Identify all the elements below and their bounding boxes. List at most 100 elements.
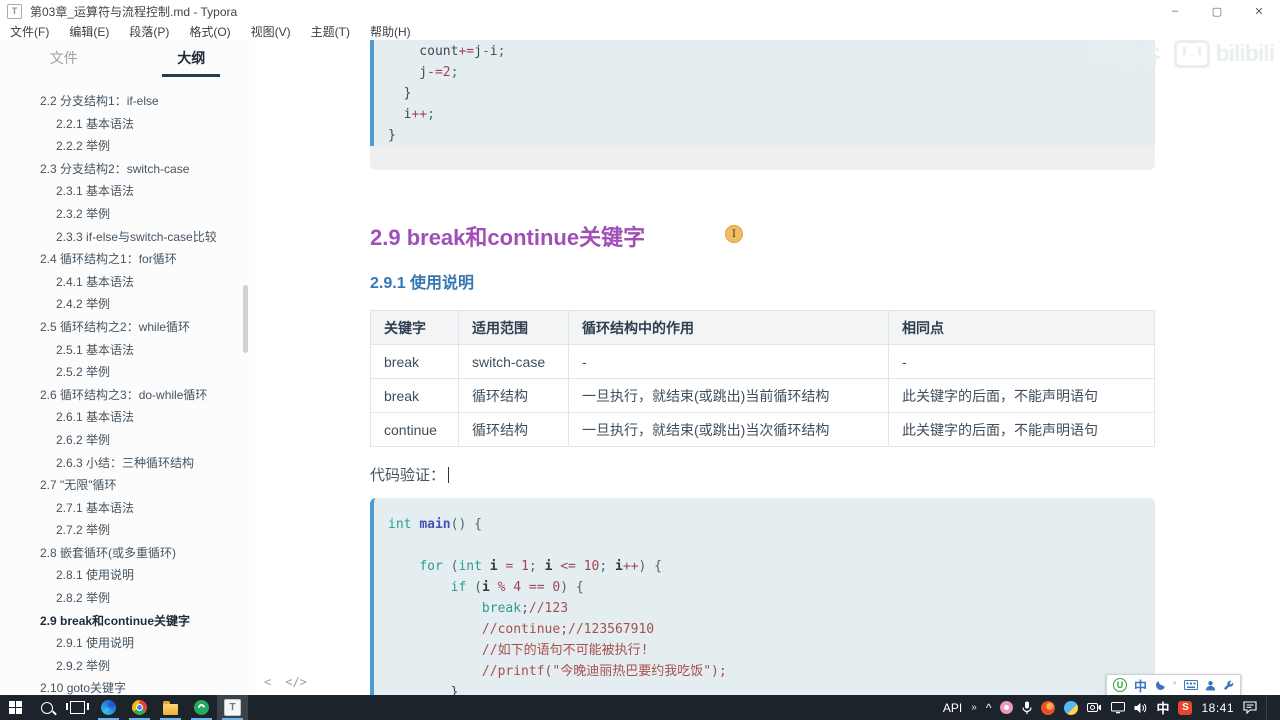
sidebar-scrollbar[interactable]: [243, 285, 248, 353]
qq-tray-icon[interactable]: [1064, 700, 1079, 715]
outline-item[interactable]: 2.3 分支结构2：switch-case: [0, 158, 255, 181]
outline-item[interactable]: 2.8.1 使用说明: [0, 564, 255, 587]
ime-moon-icon[interactable]: [1154, 679, 1166, 691]
ime-settings-wrench-icon[interactable]: [1223, 680, 1234, 691]
show-desktop-button[interactable]: [1266, 695, 1272, 720]
taskbar-typora[interactable]: T: [217, 695, 248, 720]
ime-language-icon[interactable]: 中: [1134, 676, 1147, 695]
code-line[interactable]: }: [388, 125, 1155, 146]
menu-item[interactable]: 主题(T): [311, 23, 350, 40]
sidebar-tab[interactable]: 文件: [0, 48, 128, 68]
code-block-top[interactable]: count+=j-i; j-=2; } i++;}: [370, 40, 1155, 170]
code-line[interactable]: [388, 535, 1155, 556]
outline-item[interactable]: 2.6.2 举例: [0, 429, 255, 452]
close-button[interactable]: ✕: [1238, 0, 1280, 22]
code-line[interactable]: //printf("今晚迪丽热巴要约我吃饭");: [388, 661, 1155, 682]
menu-item[interactable]: 段落(P): [129, 23, 169, 40]
table-cell[interactable]: -: [888, 344, 1155, 379]
sidebar-tab[interactable]: 大纲: [128, 48, 256, 68]
code-line[interactable]: //continue;//123567910: [388, 619, 1155, 640]
table-header-cell[interactable]: 关键字: [370, 310, 459, 345]
table-cell[interactable]: 此关键字的后面，不能声明语句: [888, 378, 1155, 413]
subsection-heading[interactable]: 2.9.1 使用说明: [370, 269, 474, 293]
menu-item[interactable]: 帮助(H): [370, 23, 411, 40]
table-cell[interactable]: 循环结构: [458, 378, 569, 413]
recorder-tray-icon[interactable]: [1087, 702, 1102, 713]
code-line[interactable]: int main() {: [388, 514, 1155, 535]
outline-item[interactable]: 2.9 break和continue关键字: [0, 610, 255, 633]
action-center-icon[interactable]: [1243, 701, 1257, 714]
table-cell[interactable]: -: [568, 344, 889, 379]
language-indicator[interactable]: 中: [1156, 698, 1169, 717]
table-cell[interactable]: continue: [370, 412, 459, 447]
outline-item[interactable]: 2.4 循环结构之1：for循环: [0, 248, 255, 271]
outline-item[interactable]: 2.9.1 使用说明: [0, 632, 255, 655]
sidebar-collapse-icon[interactable]: <: [264, 675, 271, 689]
hidden-icons-chevron[interactable]: ^: [986, 701, 992, 715]
ime-toolbar[interactable]: U 中 °: [1106, 674, 1241, 696]
code-line[interactable]: break;//123: [388, 598, 1155, 619]
minimize-button[interactable]: –: [1154, 0, 1196, 22]
ime-fullwidth-icon[interactable]: °: [1173, 680, 1177, 690]
task-view-button[interactable]: [62, 695, 93, 720]
code-line[interactable]: for (int i = 1; i <= 10; i++) {: [388, 556, 1155, 577]
outline-item[interactable]: 2.7 "无限"循环: [0, 474, 255, 497]
section-heading[interactable]: 2.9 break和continue关键字: [370, 220, 645, 252]
outline-item[interactable]: 2.7.1 基本语法: [0, 497, 255, 520]
outline-item[interactable]: 2.2.1 基本语法: [0, 113, 255, 136]
outline-item[interactable]: 2.3.3 if-else与switch-case比较: [0, 226, 255, 249]
outline-item[interactable]: 2.5 循环结构之2：while循环: [0, 316, 255, 339]
clock[interactable]: 18:41: [1201, 701, 1234, 715]
ime-u-mode-icon[interactable]: U: [1113, 678, 1127, 692]
table-cell[interactable]: break: [370, 344, 459, 379]
outline-item[interactable]: 2.5.2 举例: [0, 361, 255, 384]
menu-item[interactable]: 视图(V): [251, 23, 291, 40]
table-header-cell[interactable]: 适用范围: [458, 310, 569, 345]
menu-item[interactable]: 编辑(E): [69, 23, 109, 40]
taskbar-file-explorer[interactable]: [155, 695, 186, 720]
code-line[interactable]: }: [388, 83, 1155, 104]
outline-item[interactable]: 2.7.2 举例: [0, 519, 255, 542]
outline-item[interactable]: 2.3.1 基本语法: [0, 180, 255, 203]
taskbar-edge[interactable]: [93, 695, 124, 720]
table-cell[interactable]: 一旦执行，就结束(或跳出)当前循环结构: [568, 378, 889, 413]
table-header-cell[interactable]: 循环结构中的作用: [568, 310, 889, 345]
outline-item[interactable]: 2.6.1 基本语法: [0, 406, 255, 429]
table-cell[interactable]: 一旦执行，就结束(或跳出)当次循环结构: [568, 412, 889, 447]
maximize-button[interactable]: ▢: [1196, 0, 1238, 22]
outline-item[interactable]: 2.5.1 基本语法: [0, 339, 255, 362]
outline-item[interactable]: 2.4.1 基本语法: [0, 271, 255, 294]
outline-item[interactable]: 2.8.2 举例: [0, 587, 255, 610]
code-line[interactable]: }: [388, 682, 1155, 695]
code-line[interactable]: if (i % 4 == 0) {: [388, 577, 1155, 598]
outline-item[interactable]: 2.2 分支结构1：if-else: [0, 90, 255, 113]
volume-icon[interactable]: [1134, 702, 1147, 714]
flame-tray-icon[interactable]: [1041, 700, 1056, 715]
outline-item[interactable]: 2.4.2 举例: [0, 293, 255, 316]
outline-item[interactable]: 2.3.2 举例: [0, 203, 255, 226]
menu-item[interactable]: 格式(O): [189, 23, 230, 40]
flower-tray-icon[interactable]: [1000, 701, 1014, 714]
table-header-cell[interactable]: 相同点: [888, 310, 1155, 345]
search-button[interactable]: [31, 695, 62, 720]
source-code-mode-icon[interactable]: </>: [285, 675, 307, 689]
code-block-bottom[interactable]: int main() { for (int i = 1; i <= 10; i+…: [370, 498, 1155, 695]
editor-pane[interactable]: count+=j-i; j-=2; } i++;} 2.9 break和cont…: [255, 40, 1280, 695]
tray-expand-icon[interactable]: »: [971, 702, 977, 713]
menu-item[interactable]: 文件(F): [10, 23, 49, 40]
keyword-table[interactable]: 关键字 适用范围 循环结构中的作用 相同点 break switch-case - - bre…: [370, 310, 1155, 447]
code-line[interactable]: i++;: [388, 104, 1155, 125]
ime-profile-icon[interactable]: [1205, 680, 1216, 691]
outline-item[interactable]: 2.6.3 小结：三种循环结构: [0, 452, 255, 475]
outline-item[interactable]: 2.10 goto关键字: [0, 677, 255, 695]
code-line[interactable]: //如下的语句不可能被执行!: [388, 640, 1155, 661]
outline-item[interactable]: 2.2.2 举例: [0, 135, 255, 158]
taskbar-chrome[interactable]: [124, 695, 155, 720]
start-button[interactable]: [0, 695, 31, 720]
display-tray-icon[interactable]: [1111, 701, 1126, 714]
outline-item[interactable]: 2.6 循环结构之3：do-while循环: [0, 384, 255, 407]
code-line[interactable]: j-=2;: [388, 62, 1155, 83]
outline-item[interactable]: 2.8 嵌套循环(或多重循环): [0, 542, 255, 565]
table-cell[interactable]: break: [370, 378, 459, 413]
microphone-icon[interactable]: [1022, 701, 1033, 715]
